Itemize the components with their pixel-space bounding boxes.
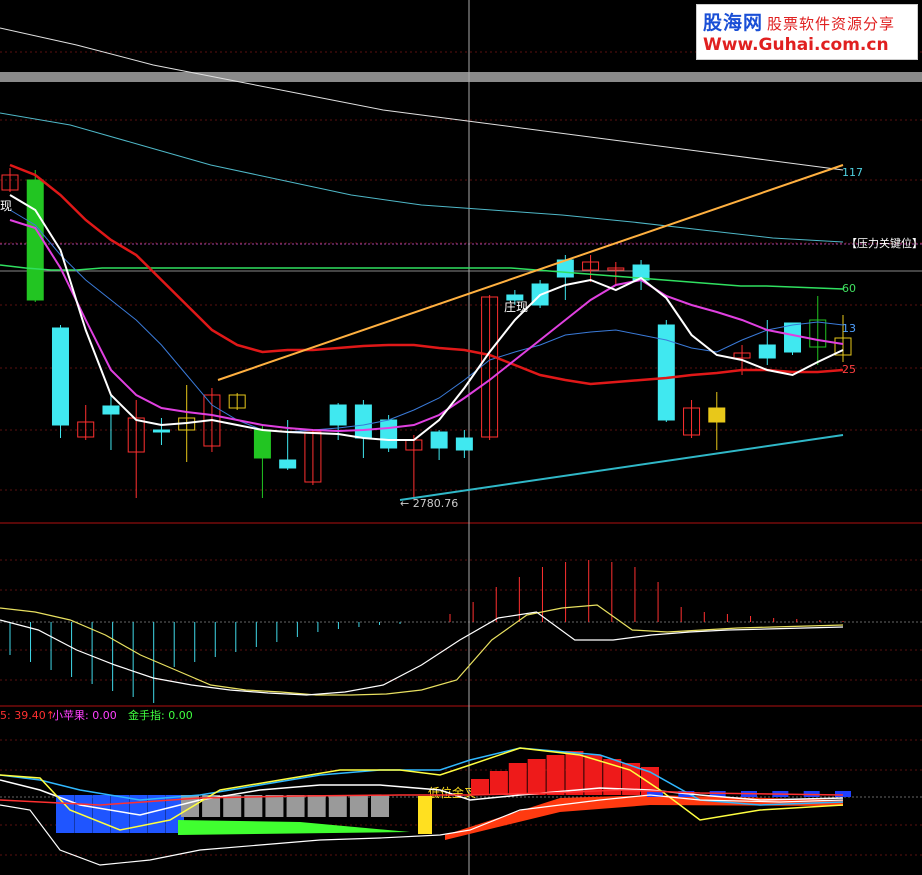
bar-red [546, 755, 565, 795]
legend-item: 5: 39.40↑ [0, 709, 55, 722]
candle [784, 322, 802, 353]
stock-chart: 117 【压力关键位】 60 13 25 现庄现 ← 2780.76 5: 39.40↑小苹果… [0, 0, 922, 875]
watermark-logo: 股海网 股票软件资源分享 Www.Guhai.com.cn [696, 4, 918, 60]
bar-gray [244, 795, 263, 817]
bar-red [508, 763, 527, 795]
candle [758, 344, 776, 359]
macd-line-white [0, 611, 844, 696]
watermark-tagline: 股票软件资源分享 [767, 15, 896, 33]
label-13: 13 [842, 322, 856, 335]
bar-gray [349, 795, 368, 817]
area-green [178, 820, 410, 835]
bar-blue [74, 795, 93, 833]
bar-blue-small [835, 791, 851, 797]
ma-line-green [0, 264, 844, 290]
bar-red [565, 751, 584, 795]
candle [51, 327, 69, 426]
candle [26, 179, 44, 301]
bar-gray [307, 795, 326, 817]
bar-blue [56, 795, 74, 833]
bar-gray [328, 795, 347, 817]
annotation-golden-cross: 低位金叉 [428, 785, 476, 800]
watermark-brand: 股海网 [703, 12, 764, 34]
bar-gray [265, 795, 284, 817]
annotation-xian: 现 [0, 199, 12, 213]
label-117: 117 [842, 166, 863, 179]
candle [279, 459, 297, 469]
bar-blue [92, 795, 111, 833]
candle [102, 405, 120, 415]
label-25: 25 [842, 363, 856, 376]
bar-yellow [418, 796, 432, 834]
candle [455, 437, 473, 451]
watermark-url: Www.Guhai.com.cn [703, 35, 889, 55]
candle [329, 404, 347, 426]
bar-gray [371, 795, 389, 817]
ma-line-cyan [0, 112, 844, 243]
legend-item: 小苹果: 0.00 [52, 708, 117, 722]
ma-line-magenta [9, 219, 844, 433]
bar-red [489, 771, 508, 795]
candle [354, 404, 372, 439]
legend-item: 金手指: 0.00 [128, 708, 193, 722]
annotation-zhuangxian: 庄现 [504, 299, 528, 314]
candle [430, 431, 448, 449]
candle [253, 429, 271, 459]
bar-gray [223, 795, 242, 817]
candle [380, 419, 398, 449]
bar-red [527, 759, 546, 795]
bar-gray [286, 795, 305, 817]
label-pressure: 【压力关键位】 [846, 236, 922, 250]
label-60: 60 [842, 282, 856, 295]
bar-red [471, 779, 489, 795]
candle [708, 407, 726, 423]
low-point-label: ← 2780.76 [400, 497, 458, 510]
header-band [0, 72, 922, 82]
candle [152, 429, 170, 433]
